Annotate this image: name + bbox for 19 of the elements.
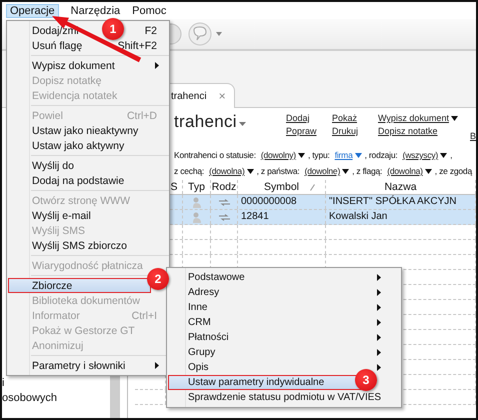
table-cell: Kowalski Jan [326, 210, 476, 224]
shortcut-label: Ctrl+I [132, 310, 157, 322]
panel-text: i [2, 376, 4, 391]
table-cell: 0000000008 [238, 195, 326, 209]
page-heading: trahenci [174, 112, 237, 132]
filter-label: , rodzaju: [364, 149, 398, 162]
shortcut-label: F2 [144, 24, 157, 36]
filter-label: , z flagą: [352, 165, 382, 178]
panel-text: osobowych [2, 391, 58, 406]
filter-label: z cechą: [174, 165, 204, 178]
filter-label: Kontrahenci o statusie: [174, 149, 256, 162]
filter-label: , ze zgodą [434, 165, 472, 178]
shortcut-label: Ctrl+D [126, 110, 157, 122]
filter-label: , typu: [308, 149, 330, 162]
table-cell: "INSERT" SPÓŁKA AKCYJN [326, 195, 476, 209]
table-cell: 12841 [238, 210, 326, 224]
shortcut-label: Shift+F2 [118, 40, 157, 52]
filter-label: , [450, 149, 452, 162]
filter-label: , z państwa: [256, 165, 300, 178]
